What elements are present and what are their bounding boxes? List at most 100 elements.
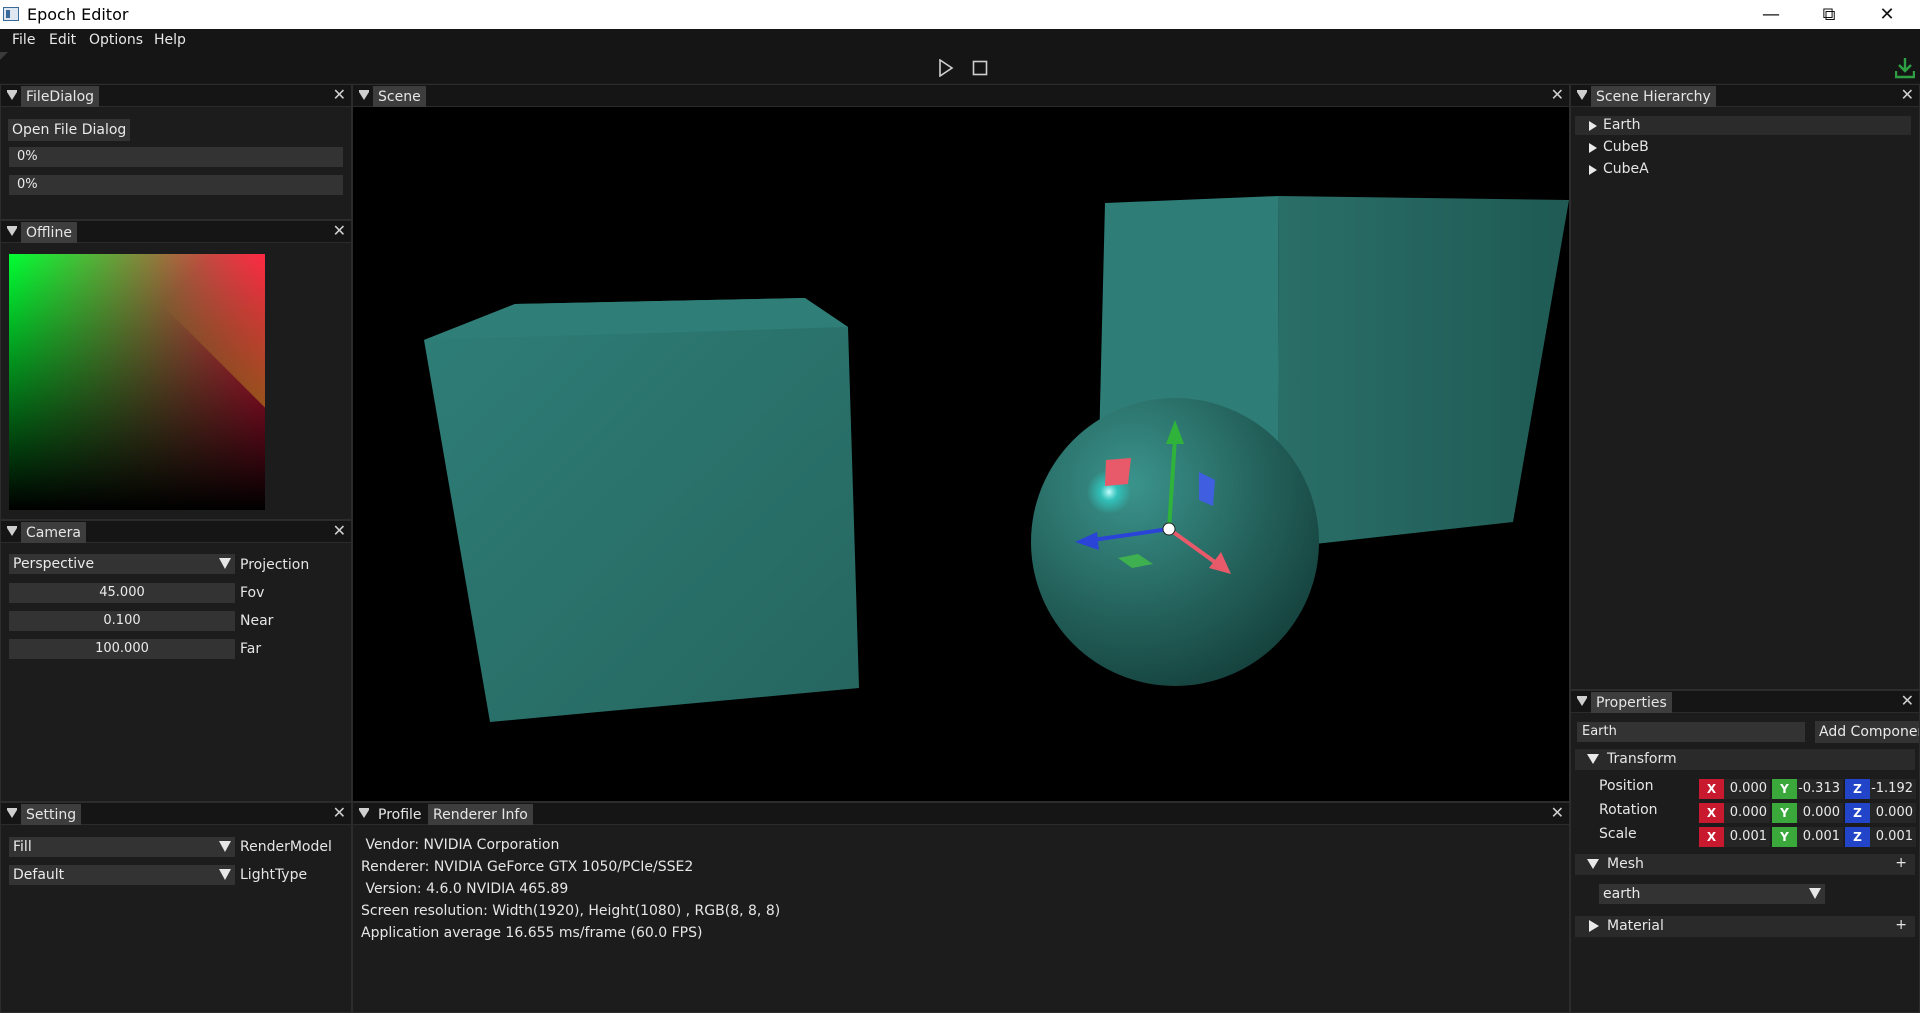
tab-scene-hierarchy[interactable]: Scene Hierarchy: [1591, 86, 1716, 107]
app-icon: [3, 7, 19, 21]
scene-viewport[interactable]: [353, 108, 1569, 802]
collapse-icon[interactable]: [7, 526, 17, 536]
menu-options[interactable]: Options: [89, 32, 143, 48]
render-model-select[interactable]: Fill: [9, 837, 235, 857]
mesh-value: earth: [1603, 886, 1641, 902]
axis-y-badge: Y: [1772, 779, 1797, 799]
close-window-button[interactable]: ✕: [1858, 0, 1916, 29]
tree-item-cubea[interactable]: CubeA: [1575, 160, 1911, 179]
cube-left[interactable]: [424, 298, 859, 722]
collapse-icon[interactable]: [1577, 696, 1587, 706]
close-icon[interactable]: ✕: [333, 223, 346, 239]
projection-select[interactable]: Perspective: [9, 554, 235, 574]
chevron-down-icon: [1809, 888, 1821, 899]
progress-bar-1: 0%: [9, 147, 343, 167]
rotation-x-input[interactable]: 0.000: [1724, 803, 1770, 823]
tab-scene[interactable]: Scene: [373, 86, 426, 107]
close-icon[interactable]: ✕: [1551, 87, 1564, 103]
entity-name-input[interactable]: Earth: [1577, 722, 1805, 742]
scale-label: Scale: [1599, 826, 1637, 842]
scale-y-input[interactable]: 0.001: [1797, 827, 1843, 847]
mesh-section[interactable]: Mesh +: [1575, 854, 1915, 875]
collapse-icon[interactable]: [7, 90, 17, 100]
collapse-icon[interactable]: [7, 226, 17, 236]
near-input[interactable]: 0.100: [9, 611, 235, 631]
close-icon[interactable]: ✕: [333, 87, 346, 103]
tab-renderer-info[interactable]: Renderer Info: [428, 804, 533, 825]
render-model-label: RenderModel: [240, 839, 332, 855]
add-component-button[interactable]: Add Componer: [1815, 721, 1919, 743]
close-icon[interactable]: ✕: [1551, 805, 1564, 821]
scale-z-input[interactable]: 0.001: [1870, 827, 1916, 847]
collapse-icon[interactable]: [7, 808, 17, 818]
offline-header: Offline ✕: [1, 221, 351, 243]
close-icon[interactable]: ✕: [1901, 693, 1914, 709]
rotation-label: Rotation: [1599, 802, 1658, 818]
projection-value: Perspective: [13, 556, 95, 572]
properties-header: Properties ✕: [1571, 691, 1919, 713]
collapse-arrow-icon[interactable]: [1587, 859, 1599, 869]
position-x-input[interactable]: 0.000: [1724, 779, 1770, 799]
mesh-select[interactable]: earth: [1599, 884, 1825, 904]
tab-filedialog[interactable]: FileDialog: [21, 86, 100, 107]
collapse-icon[interactable]: [1577, 90, 1587, 100]
mesh-add-button[interactable]: +: [1895, 855, 1907, 871]
expand-arrow-icon[interactable]: [1589, 920, 1599, 932]
collapse-icon[interactable]: [359, 808, 369, 818]
play-icon[interactable]: [938, 59, 954, 77]
tree-item-earth[interactable]: Earth: [1575, 116, 1911, 135]
material-section[interactable]: Material +: [1575, 916, 1915, 937]
light-type-select[interactable]: Default: [9, 865, 235, 885]
expand-arrow-icon[interactable]: [1589, 121, 1597, 131]
offline-panel: Offline ✕: [0, 220, 352, 520]
material-label: Material: [1607, 918, 1664, 934]
close-icon[interactable]: ✕: [1901, 87, 1914, 103]
close-icon[interactable]: ✕: [333, 805, 346, 821]
tab-camera[interactable]: Camera: [21, 522, 86, 543]
download-icon[interactable]: [1895, 57, 1915, 79]
fov-input[interactable]: 45.000: [9, 583, 235, 603]
rotation-z-input[interactable]: 0.000: [1870, 803, 1916, 823]
stop-icon[interactable]: [972, 60, 988, 76]
tree-item-cubeb[interactable]: CubeB: [1575, 138, 1911, 157]
version-line: Version: 4.6.0 NVIDIA 465.89: [361, 881, 569, 897]
menu-help[interactable]: Help: [154, 32, 186, 48]
renderer-info-panel: Profile Renderer Info ✕ Vendor: NVIDIA C…: [352, 802, 1570, 1013]
axis-z-badge: Z: [1845, 803, 1870, 823]
tab-properties[interactable]: Properties: [1591, 692, 1672, 713]
expand-arrow-icon[interactable]: [1589, 143, 1597, 153]
material-add-button[interactable]: +: [1895, 917, 1907, 933]
axis-x-badge: X: [1699, 779, 1724, 799]
open-file-dialog-button[interactable]: Open File Dialog: [8, 119, 131, 141]
frame-time-line: Application average 16.655 ms/frame (60.…: [361, 925, 703, 941]
light-type-label: LightType: [240, 867, 308, 883]
bottom-header: Profile Renderer Info ✕: [353, 803, 1569, 825]
setting-header: Setting ✕: [1, 803, 351, 825]
chevron-down-icon: [219, 841, 231, 852]
rotation-y-input[interactable]: 0.000: [1797, 803, 1843, 823]
position-y-input[interactable]: -0.313: [1797, 779, 1843, 799]
menu-file[interactable]: File: [12, 32, 35, 48]
transform-section[interactable]: Transform: [1575, 749, 1915, 770]
menu-edit[interactable]: Edit: [49, 32, 76, 48]
window-title: Epoch Editor: [27, 5, 129, 24]
chevron-down-icon: [219, 558, 231, 569]
minimize-button[interactable]: —: [1742, 0, 1800, 29]
tab-setting[interactable]: Setting: [21, 804, 82, 825]
restore-button[interactable]: ⧉: [1800, 0, 1858, 29]
axis-x-badge: X: [1699, 803, 1724, 823]
close-icon[interactable]: ✕: [333, 523, 346, 539]
tab-offline[interactable]: Offline: [21, 222, 77, 243]
position-z-input[interactable]: -1.192: [1870, 779, 1916, 799]
expand-arrow-icon[interactable]: [1589, 165, 1597, 175]
axis-x-badge: X: [1699, 827, 1724, 847]
chevron-down-icon: [219, 869, 231, 880]
collapse-arrow-icon[interactable]: [1587, 754, 1599, 764]
mesh-label: Mesh: [1607, 856, 1644, 872]
scale-x-input[interactable]: 0.001: [1724, 827, 1770, 847]
color-picker[interactable]: [9, 254, 265, 510]
collapse-icon[interactable]: [359, 90, 369, 100]
progress-bar-2: 0%: [9, 175, 343, 195]
tab-profile[interactable]: Profile: [373, 804, 427, 825]
far-input[interactable]: 100.000: [9, 639, 235, 659]
